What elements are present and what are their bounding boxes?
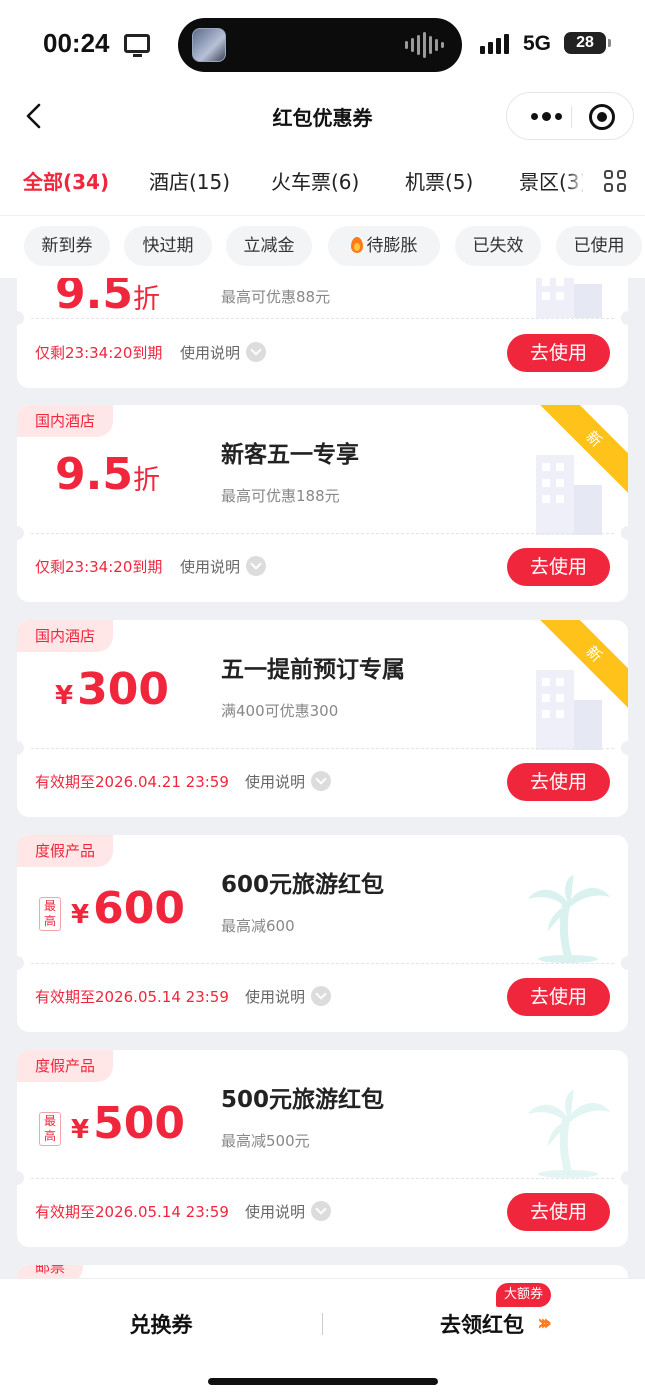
- tab-hotel[interactable]: 酒店(15): [149, 166, 230, 195]
- filter-instant-discount[interactable]: 立减金: [226, 226, 312, 266]
- flame-icon: [350, 237, 363, 253]
- coupon-subtitle: 最高减600: [221, 917, 295, 935]
- coupon-title: 五一提前预订专属: [221, 657, 405, 683]
- chevron-down-icon: [311, 1201, 332, 1221]
- use-coupon-button[interactable]: 去使用: [507, 763, 610, 801]
- coupon-amount: 9.5折: [55, 278, 160, 319]
- coupon-amount: 9.5折: [55, 449, 160, 500]
- category-tabs: 全部(34) 酒店(15) 火车票(6) 机票(5) 景区(3): [0, 144, 645, 216]
- screen-mirroring-icon: [124, 34, 150, 57]
- battery-tip: [608, 39, 611, 47]
- card-footer: 有效期至2026.05.14 23:59 使用说明 去使用: [17, 962, 628, 1032]
- coupon-category-tag: 邮票: [17, 1265, 84, 1278]
- coupon-card: 9.5折 最高可优惠88元 仅剩23:34:20到期 使用说明 去使用: [17, 278, 628, 388]
- usage-rules-link[interactable]: 使用说明: [245, 986, 332, 1007]
- capsule-divider: [571, 106, 572, 128]
- tab-train[interactable]: 火车票(6): [271, 166, 359, 195]
- more-options-icon[interactable]: [521, 93, 571, 139]
- max-badge: 最高: [39, 1112, 61, 1146]
- palm-tree-icon: [528, 1090, 610, 1178]
- coupon-amount: ¥600: [71, 883, 185, 934]
- tab-all[interactable]: 全部(34): [23, 166, 109, 195]
- media-artwork: [192, 28, 226, 62]
- coupon-amount: ¥300: [55, 664, 169, 715]
- signal-strength-icon: [480, 32, 509, 54]
- chevron-down-icon: [311, 771, 332, 791]
- coupon-subtitle: 最高减500元: [221, 1132, 310, 1150]
- usage-rules-link[interactable]: 使用说明: [180, 342, 267, 363]
- expiry-date: 有效期至2026.04.21 23:59: [35, 773, 229, 791]
- nav-header: 红包优惠券: [0, 88, 645, 144]
- home-indicator: [208, 1378, 438, 1385]
- card-footer: 仅剩23:34:20到期 使用说明 去使用: [17, 318, 628, 388]
- expiry-countdown: 仅剩23:34:20到期: [35, 558, 163, 576]
- use-coupon-button[interactable]: 去使用: [507, 978, 610, 1016]
- coupon-category-tag: 国内酒店: [17, 620, 114, 652]
- expiry-date: 有效期至2026.05.14 23:59: [35, 988, 229, 1006]
- filter-chips: 新到券 快过期 立减金 待膨胀 已失效 已使用: [0, 216, 645, 278]
- coupon-card: 国内酒店 新 9.5折 新客五一专享 最高可优惠188元 仅剩23:34:20到…: [17, 405, 628, 602]
- audio-waveform-icon: [405, 32, 444, 58]
- filter-new[interactable]: 新到券: [24, 226, 110, 266]
- coupon-title: 600元旅游红包: [221, 872, 385, 898]
- chevron-down-icon: [246, 342, 267, 362]
- chevron-down-icon: [311, 986, 332, 1006]
- palm-tree-icon: [528, 875, 610, 963]
- status-time: 00:24: [43, 28, 110, 58]
- coupon-amount: ¥500: [71, 1098, 185, 1149]
- close-mini-program-icon[interactable]: [589, 104, 615, 130]
- mini-program-capsule: [506, 92, 634, 140]
- exchange-coupon-button[interactable]: 兑换券: [0, 1309, 322, 1339]
- coupon-subtitle: 最高可优惠188元: [221, 487, 340, 505]
- coupon-category-tag: 度假产品: [17, 835, 114, 867]
- coupon-list: 9.5折 最高可优惠88元 仅剩23:34:20到期 使用说明 去使用 国内酒店…: [0, 278, 645, 1278]
- chevron-down-icon: [246, 556, 267, 576]
- expiry-date: 有效期至2026.05.14 23:59: [35, 1203, 229, 1221]
- use-coupon-button[interactable]: 去使用: [507, 334, 610, 372]
- bottom-divider: [322, 1313, 323, 1335]
- claim-red-packet-button[interactable]: 去领红包: [440, 1309, 524, 1339]
- usage-rules-link[interactable]: 使用说明: [245, 771, 332, 792]
- usage-rules-link[interactable]: 使用说明: [245, 1201, 332, 1222]
- coupon-subtitle: 满400可优惠300: [221, 702, 339, 720]
- usage-rules-link[interactable]: 使用说明: [180, 556, 267, 577]
- triple-chevron-right-icon: ›››: [537, 1311, 552, 1336]
- coupon-title: 500元旅游红包: [221, 1087, 385, 1113]
- max-badge: 最高: [39, 897, 61, 931]
- dynamic-island[interactable]: [178, 18, 462, 72]
- coupon-card: 国内酒店 新 ¥300 五一提前预订专属 满400可优惠300 有效期至2026…: [17, 620, 628, 817]
- card-footer: 有效期至2026.05.14 23:59 使用说明 去使用: [17, 1177, 628, 1247]
- network-type: 5G: [523, 32, 552, 55]
- building-icon: [536, 278, 602, 318]
- coupon-card: 邮票: [17, 1265, 628, 1278]
- coupon-category-tag: 国内酒店: [17, 405, 114, 437]
- coupon-title: 新客五一专享: [221, 442, 359, 468]
- building-icon: [536, 670, 602, 750]
- coupon-subtitle: 最高可优惠88元: [221, 288, 331, 306]
- filter-expired[interactable]: 已失效: [455, 226, 541, 266]
- card-footer: 有效期至2026.04.21 23:59 使用说明 去使用: [17, 747, 628, 817]
- use-coupon-button[interactable]: 去使用: [507, 548, 610, 586]
- filter-expiring[interactable]: 快过期: [124, 226, 212, 266]
- battery-icon: 28: [564, 32, 606, 54]
- coupon-category-tag: 度假产品: [17, 1050, 114, 1082]
- filter-used[interactable]: 已使用: [556, 226, 642, 266]
- use-coupon-button[interactable]: 去使用: [507, 1193, 610, 1231]
- card-footer: 仅剩23:34:20到期 使用说明 去使用: [17, 532, 628, 602]
- tab-scenic[interactable]: 景区(3): [519, 166, 587, 195]
- battery-level: 28: [576, 34, 594, 51]
- building-icon: [536, 455, 602, 535]
- large-coupon-badge: 大额券: [496, 1283, 552, 1307]
- filter-pending-boost-label: 待膨胀: [366, 236, 418, 256]
- filter-pending-boost[interactable]: 待膨胀: [328, 226, 440, 266]
- status-bar: 00:24 5G 28: [0, 0, 645, 88]
- coupon-card: 度假产品 最高 ¥500 500元旅游红包 最高减500元 有效期至2026.0…: [17, 1050, 628, 1247]
- expiry-countdown: 仅剩23:34:20到期: [35, 344, 163, 362]
- coupon-card: 度假产品 最高 ¥600 600元旅游红包 最高减600 有效期至2026.05…: [17, 835, 628, 1032]
- tab-flight[interactable]: 机票(5): [405, 166, 473, 195]
- all-categories-grid-icon[interactable]: [604, 170, 626, 192]
